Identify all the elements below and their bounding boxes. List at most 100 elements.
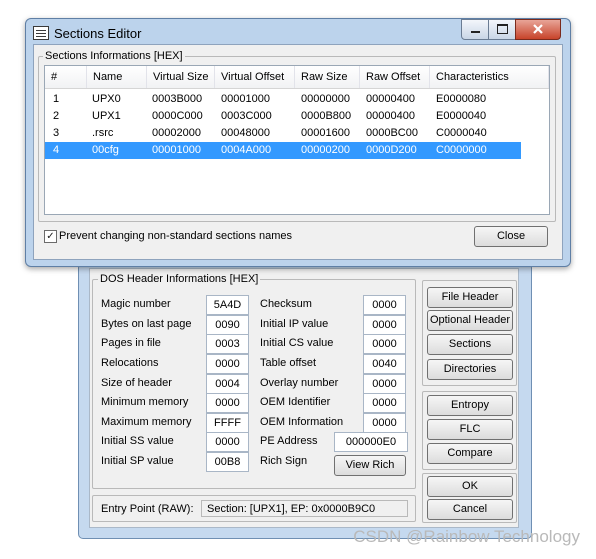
flc-button[interactable]: FLC <box>427 419 513 440</box>
field-value-input[interactable]: 0004 <box>206 374 249 394</box>
ok-button[interactable]: OK <box>427 476 513 497</box>
column-header[interactable]: Raw Size <box>295 66 360 88</box>
field-value-input[interactable]: 0090 <box>206 315 249 335</box>
table-cell: 00001000 <box>221 93 270 105</box>
compare-button[interactable]: Compare <box>427 443 513 464</box>
table-cell: C0000040 <box>436 127 487 139</box>
column-header[interactable]: Virtual Size <box>147 66 215 88</box>
window-title: Sections Editor <box>54 26 142 41</box>
table-cell: 0000B800 <box>301 110 352 122</box>
field-value-input[interactable]: 000000E0 <box>334 432 408 452</box>
file-header-button[interactable]: File Header <box>427 287 513 308</box>
maximize-button[interactable] <box>488 19 516 40</box>
field-label: Overlay number <box>260 377 339 389</box>
prevent-rename-checkbox[interactable]: ✓ <box>44 230 57 243</box>
field-value-input[interactable]: 0040 <box>363 354 406 374</box>
window-icon <box>33 26 49 40</box>
table-cell: 2 <box>53 110 60 122</box>
field-value-input[interactable]: 0000 <box>363 334 406 354</box>
field-value-input[interactable]: 0000 <box>363 295 406 315</box>
minimize-button[interactable] <box>461 19 489 40</box>
maximize-icon <box>497 24 508 34</box>
minimize-icon <box>471 31 480 33</box>
column-header[interactable]: Virtual Offset <box>215 66 295 88</box>
field-label: Initial SP value <box>101 455 174 467</box>
table-cell: 00cfg <box>92 144 119 156</box>
table-cell: 00001000 <box>152 144 201 156</box>
table-cell: 4 <box>53 144 60 156</box>
field-value-input[interactable]: 0000 <box>363 393 406 413</box>
table-cell: 00000400 <box>366 93 415 105</box>
table-cell: 0000C000 <box>152 110 203 122</box>
field-value-input[interactable]: 00B8 <box>206 452 249 472</box>
field-label: Bytes on last page <box>101 318 192 330</box>
table-cell: 3 <box>53 127 60 139</box>
close-window-button[interactable] <box>515 19 561 40</box>
table-row[interactable]: 4 00cfg 00001000 0004A000 00000200 0000D200 C0… <box>45 142 521 159</box>
table-header: # Name Virtual Size Virtual Offset Raw Size R… <box>45 66 549 89</box>
table-cell: 00000000 <box>301 93 350 105</box>
table-cell: E0000080 <box>436 93 487 105</box>
watermark: CSDN @Rainbow Technology <box>353 527 580 546</box>
table-cell: 0003B000 <box>152 93 203 105</box>
field-value-input[interactable]: 0000 <box>363 374 406 394</box>
table-cell: UPX0 <box>92 93 121 105</box>
field-label: Maximum memory <box>101 416 192 428</box>
field-value-input[interactable]: 0003 <box>206 334 249 354</box>
field-label: Initial CS value <box>260 337 334 349</box>
field-label: Rich Sign <box>260 455 308 467</box>
field-value-input[interactable]: 0000 <box>363 413 406 433</box>
entry-point-value: Section: [UPX1], EP: 0x0000B9C0 <box>201 500 408 517</box>
table-cell: .rsrc <box>92 127 114 139</box>
field-value-input[interactable]: 0000 <box>206 354 249 374</box>
field-value-input[interactable]: FFFF <box>206 413 249 433</box>
optional-header-button[interactable]: Optional Header <box>427 310 513 331</box>
table-row[interactable]: 2 UPX1 0000C000 0003C000 0000B800 00000400 E00… <box>45 108 521 125</box>
column-header[interactable]: # <box>45 66 87 88</box>
field-label: Minimum memory <box>101 396 189 408</box>
table-row[interactable]: 3 .rsrc 00002000 00048000 00001600 0000BC00 C0… <box>45 125 521 142</box>
field-label: Initial IP value <box>260 318 329 330</box>
field-value-input[interactable]: 0000 <box>363 315 406 335</box>
table-cell: 00001600 <box>301 127 350 139</box>
entry-point-label: Entry Point (RAW): <box>101 503 194 515</box>
prevent-rename-label[interactable]: Prevent changing non-standard sections n… <box>59 230 292 242</box>
field-label: OEM Information <box>260 416 344 428</box>
entropy-button[interactable]: Entropy <box>427 395 513 416</box>
close-button[interactable]: Close <box>474 226 548 247</box>
table-cell: 1 <box>53 93 60 105</box>
table-cell: 0000BC00 <box>366 127 418 139</box>
column-header[interactable]: Characteristics <box>430 66 549 88</box>
field-label: Size of header <box>101 377 172 389</box>
sections-info-group-title: Sections Informations [HEX] <box>43 50 185 62</box>
column-header[interactable]: Name <box>87 66 147 88</box>
view-rich-button[interactable]: View Rich <box>334 455 406 476</box>
field-label: PE Address <box>260 435 318 447</box>
field-value-input[interactable]: 5A4D <box>206 295 249 315</box>
directories-button[interactable]: Directories <box>427 359 513 380</box>
table-row[interactable]: 1 UPX0 0003B000 00001000 00000000 00000400 E00… <box>45 91 521 108</box>
sections-button[interactable]: Sections <box>427 334 513 355</box>
cancel-button[interactable]: Cancel <box>427 499 513 520</box>
table-cell: 00002000 <box>152 127 201 139</box>
field-label: Initial SS value <box>101 435 174 447</box>
field-label: Pages in file <box>101 337 161 349</box>
sections-table[interactable]: # Name Virtual Size Virtual Offset Raw Size R… <box>44 65 550 215</box>
table-cell: 00048000 <box>221 127 270 139</box>
field-label: OEM Identifier <box>260 396 331 408</box>
table-cell: 0003C000 <box>221 110 272 122</box>
field-value-input[interactable]: 0000 <box>206 432 249 452</box>
field-label: Table offset <box>260 357 317 369</box>
field-label: Relocations <box>101 357 159 369</box>
field-value-input[interactable]: 0000 <box>206 393 249 413</box>
close-icon <box>533 24 543 34</box>
table-cell: UPX1 <box>92 110 121 122</box>
table-cell: E0000040 <box>436 110 487 122</box>
column-header[interactable]: Raw Offset <box>360 66 430 88</box>
field-label: Magic number <box>101 298 171 310</box>
table-cell: 00000200 <box>301 144 350 156</box>
table-body: 1 UPX0 0003B000 00001000 00000000 00000400 E00… <box>45 91 549 211</box>
table-cell: 00000400 <box>366 110 415 122</box>
table-cell: 0004A000 <box>221 144 272 156</box>
dos-header-group-title: DOS Header Informations [HEX] <box>98 273 261 285</box>
